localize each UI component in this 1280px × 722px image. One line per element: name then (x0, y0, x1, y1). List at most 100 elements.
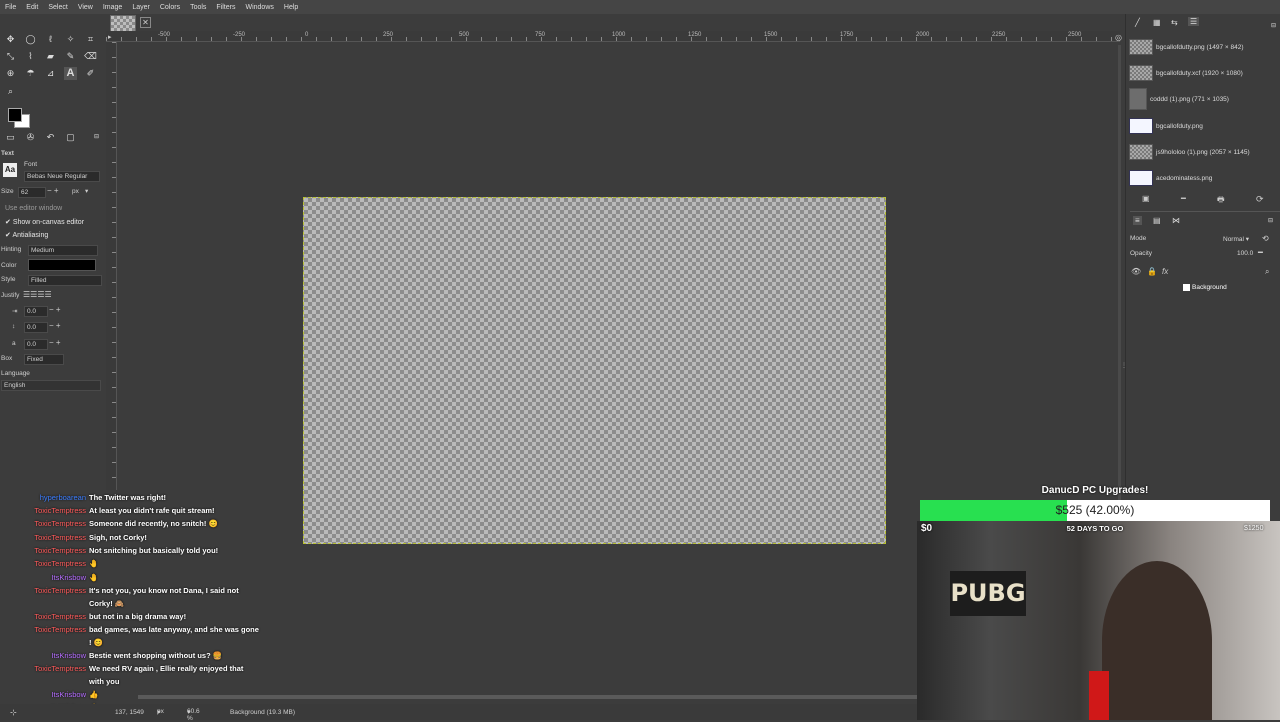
dock-resize-handle[interactable]: ⋮ (1121, 362, 1127, 369)
image-list-item[interactable]: acedominatess.png (1129, 168, 1212, 188)
tool-options-title: Text (1, 150, 14, 157)
size-stepper[interactable]: − + (47, 186, 59, 195)
menu-item-help[interactable]: Help (279, 4, 303, 11)
letter-spacing-stepper[interactable]: − + (49, 338, 61, 347)
letter-spacing-icon: a (12, 340, 16, 347)
zoom-selector[interactable]: 60.6 % ▾ (187, 708, 200, 722)
zoom-icon[interactable]: ⌕ (4, 85, 17, 98)
raise-view-icon[interactable]: ▣ (1142, 194, 1150, 203)
indent-field[interactable]: 0.0 (24, 306, 48, 317)
fx-icon[interactable]: fx (1162, 267, 1168, 276)
delete-image-icon[interactable]: 🖶 (1217, 194, 1225, 208)
hinting-dropdown[interactable]: Medium (28, 245, 98, 256)
eye-icon[interactable]: 👁 (1131, 267, 1141, 276)
image-tab-thumbnail[interactable] (110, 15, 136, 32)
paintbrush-icon[interactable]: ✎ (64, 50, 77, 63)
dock-menu-icon[interactable]: ⊟ (1271, 22, 1276, 29)
color-label: Color (1, 262, 17, 269)
chat-message: ToxicTemptress Sigh, not Corky! (0, 532, 290, 544)
text-tool-icon[interactable]: A (64, 67, 77, 80)
mode-dropdown[interactable]: Normal ▾ (1223, 235, 1249, 243)
tool-options-tab-icon[interactable]: ▭ (4, 131, 17, 144)
text-color-button[interactable] (28, 259, 96, 271)
color-picker-icon[interactable]: ✐ (84, 67, 97, 80)
opacity-stepper[interactable]: ━ (1258, 248, 1263, 257)
new-display-icon[interactable]: ━ (1181, 194, 1186, 203)
menu-item-image[interactable]: Image (98, 4, 127, 11)
chat-text: but not in a big drama way! (89, 612, 187, 621)
line-spacing-stepper[interactable]: − + (49, 321, 61, 330)
pattern-tab-icon[interactable]: ▦ (1153, 18, 1161, 27)
layer-row-background[interactable]: Background (1183, 284, 1227, 291)
chat-message: ToxicTemptress At least you didn't rafe q… (0, 505, 290, 517)
menu-item-select[interactable]: Select (43, 4, 72, 11)
menu-item-tools[interactable]: Tools (185, 4, 211, 11)
ellipse-select-icon[interactable]: ◯ (24, 33, 37, 46)
fuzzy-select-icon[interactable]: ✧ (64, 33, 77, 46)
close-icon[interactable]: ✕ (140, 17, 151, 28)
images-tab-icon[interactable]: ▢ (64, 131, 77, 144)
quick-mask-icon[interactable]: ▸ (108, 33, 112, 41)
indent-stepper[interactable]: − + (49, 305, 61, 314)
dock-divider (1130, 211, 1280, 212)
fonts-tab-icon[interactable]: ⇆ (1171, 18, 1178, 27)
antialiasing-checkbox[interactable]: ✔ Antialiasing (5, 231, 48, 239)
transform-icon[interactable]: ⤡ (4, 50, 17, 63)
menu-item-filters[interactable]: Filters (211, 4, 240, 11)
size-unit[interactable]: px (72, 188, 79, 195)
undo-history-tab-icon[interactable]: ↶ (44, 131, 57, 144)
layers-tab-icon[interactable]: ≡ (1133, 216, 1142, 225)
move-tool-icon[interactable]: ✥ (4, 33, 17, 46)
image-list-item[interactable]: bgcallofduty.png (1129, 116, 1203, 136)
use-editor-window-checkbox[interactable]: Use editor window (5, 205, 62, 212)
image-list-item[interactable]: bgcallofdutty.png (1497 × 842) (1129, 37, 1244, 57)
menu-item-view[interactable]: View (73, 4, 98, 11)
images-tab-icon[interactable]: ☰ (1188, 17, 1200, 26)
menu-item-colors[interactable]: Colors (155, 4, 185, 11)
lasso-icon[interactable]: ℓ (44, 33, 57, 46)
foreground-color-swatch[interactable] (8, 108, 22, 122)
lock-icon[interactable]: 🔒 (1147, 267, 1157, 276)
justify-buttons[interactable]: ☰☰☰☰ (23, 290, 52, 299)
chat-username: ToxicTemptress (34, 664, 86, 673)
menu-item-windows[interactable]: Windows (240, 4, 278, 11)
warp-icon[interactable]: ⌇ (24, 50, 37, 63)
unit-dropdown-icon[interactable]: ▾ (85, 187, 88, 195)
box-dropdown[interactable]: Fixed (24, 354, 64, 365)
search-icon[interactable]: ⌕ (1265, 267, 1269, 277)
menu-item-layer[interactable]: Layer (127, 4, 155, 11)
crop-icon[interactable]: ⌗ (84, 33, 97, 46)
brush-tab-icon[interactable]: ╱ (1135, 18, 1140, 27)
show-on-canvas-editor-checkbox[interactable]: ✔ Show on-canvas editor (5, 218, 84, 226)
menu-item-file[interactable]: File (0, 4, 21, 11)
layers-dock-menu-icon[interactable]: ⊟ (1268, 217, 1273, 224)
zoom-navigate-icon[interactable]: ◎ (1115, 33, 1122, 42)
eraser-icon[interactable]: ⌫ (84, 50, 97, 63)
menu-item-edit[interactable]: Edit (21, 4, 43, 11)
opacity-value[interactable]: 100.0 (1237, 250, 1253, 257)
letter-spacing-field[interactable]: 0.0 (24, 339, 48, 350)
bucket-fill-icon[interactable]: ▰ (44, 50, 57, 63)
configure-tab-icon[interactable]: ⊟ (90, 131, 103, 144)
image-list-item[interactable]: js9hololoo (1).png (2057 × 1145) (1129, 142, 1250, 162)
indent-icon: ⇥ (12, 308, 18, 315)
mode-reset-icon[interactable]: ⟲ (1262, 234, 1269, 243)
image-list-item[interactable]: coddd (1).png (771 × 1035) (1129, 88, 1229, 110)
size-field[interactable]: 62 (18, 187, 46, 198)
measure-icon[interactable]: ⊿ (44, 67, 57, 80)
unit-selector[interactable]: px ▾ (157, 708, 164, 716)
clone-icon[interactable]: ⊕ (4, 67, 17, 80)
language-field[interactable]: English (1, 380, 101, 391)
smudge-icon[interactable]: ☂ (24, 67, 37, 80)
font-preview-icon[interactable]: Aa (3, 163, 17, 177)
chat-text: 🤚 (89, 573, 99, 582)
image-list-item[interactable]: bgcallofduty.xcf (1920 × 1080) (1129, 63, 1243, 83)
refresh-icon[interactable]: ⟳ (1256, 194, 1264, 205)
font-field[interactable]: Bebas Neue Regular (24, 171, 100, 182)
channels-tab-icon[interactable]: ▤ (1153, 216, 1161, 225)
device-status-tab-icon[interactable]: ✇ (24, 131, 37, 144)
line-spacing-field[interactable]: 0.0 (24, 322, 48, 333)
paths-tab-icon[interactable]: ⋈ (1172, 216, 1180, 225)
image-canvas[interactable] (303, 197, 886, 544)
style-dropdown[interactable]: Filled (28, 275, 102, 286)
